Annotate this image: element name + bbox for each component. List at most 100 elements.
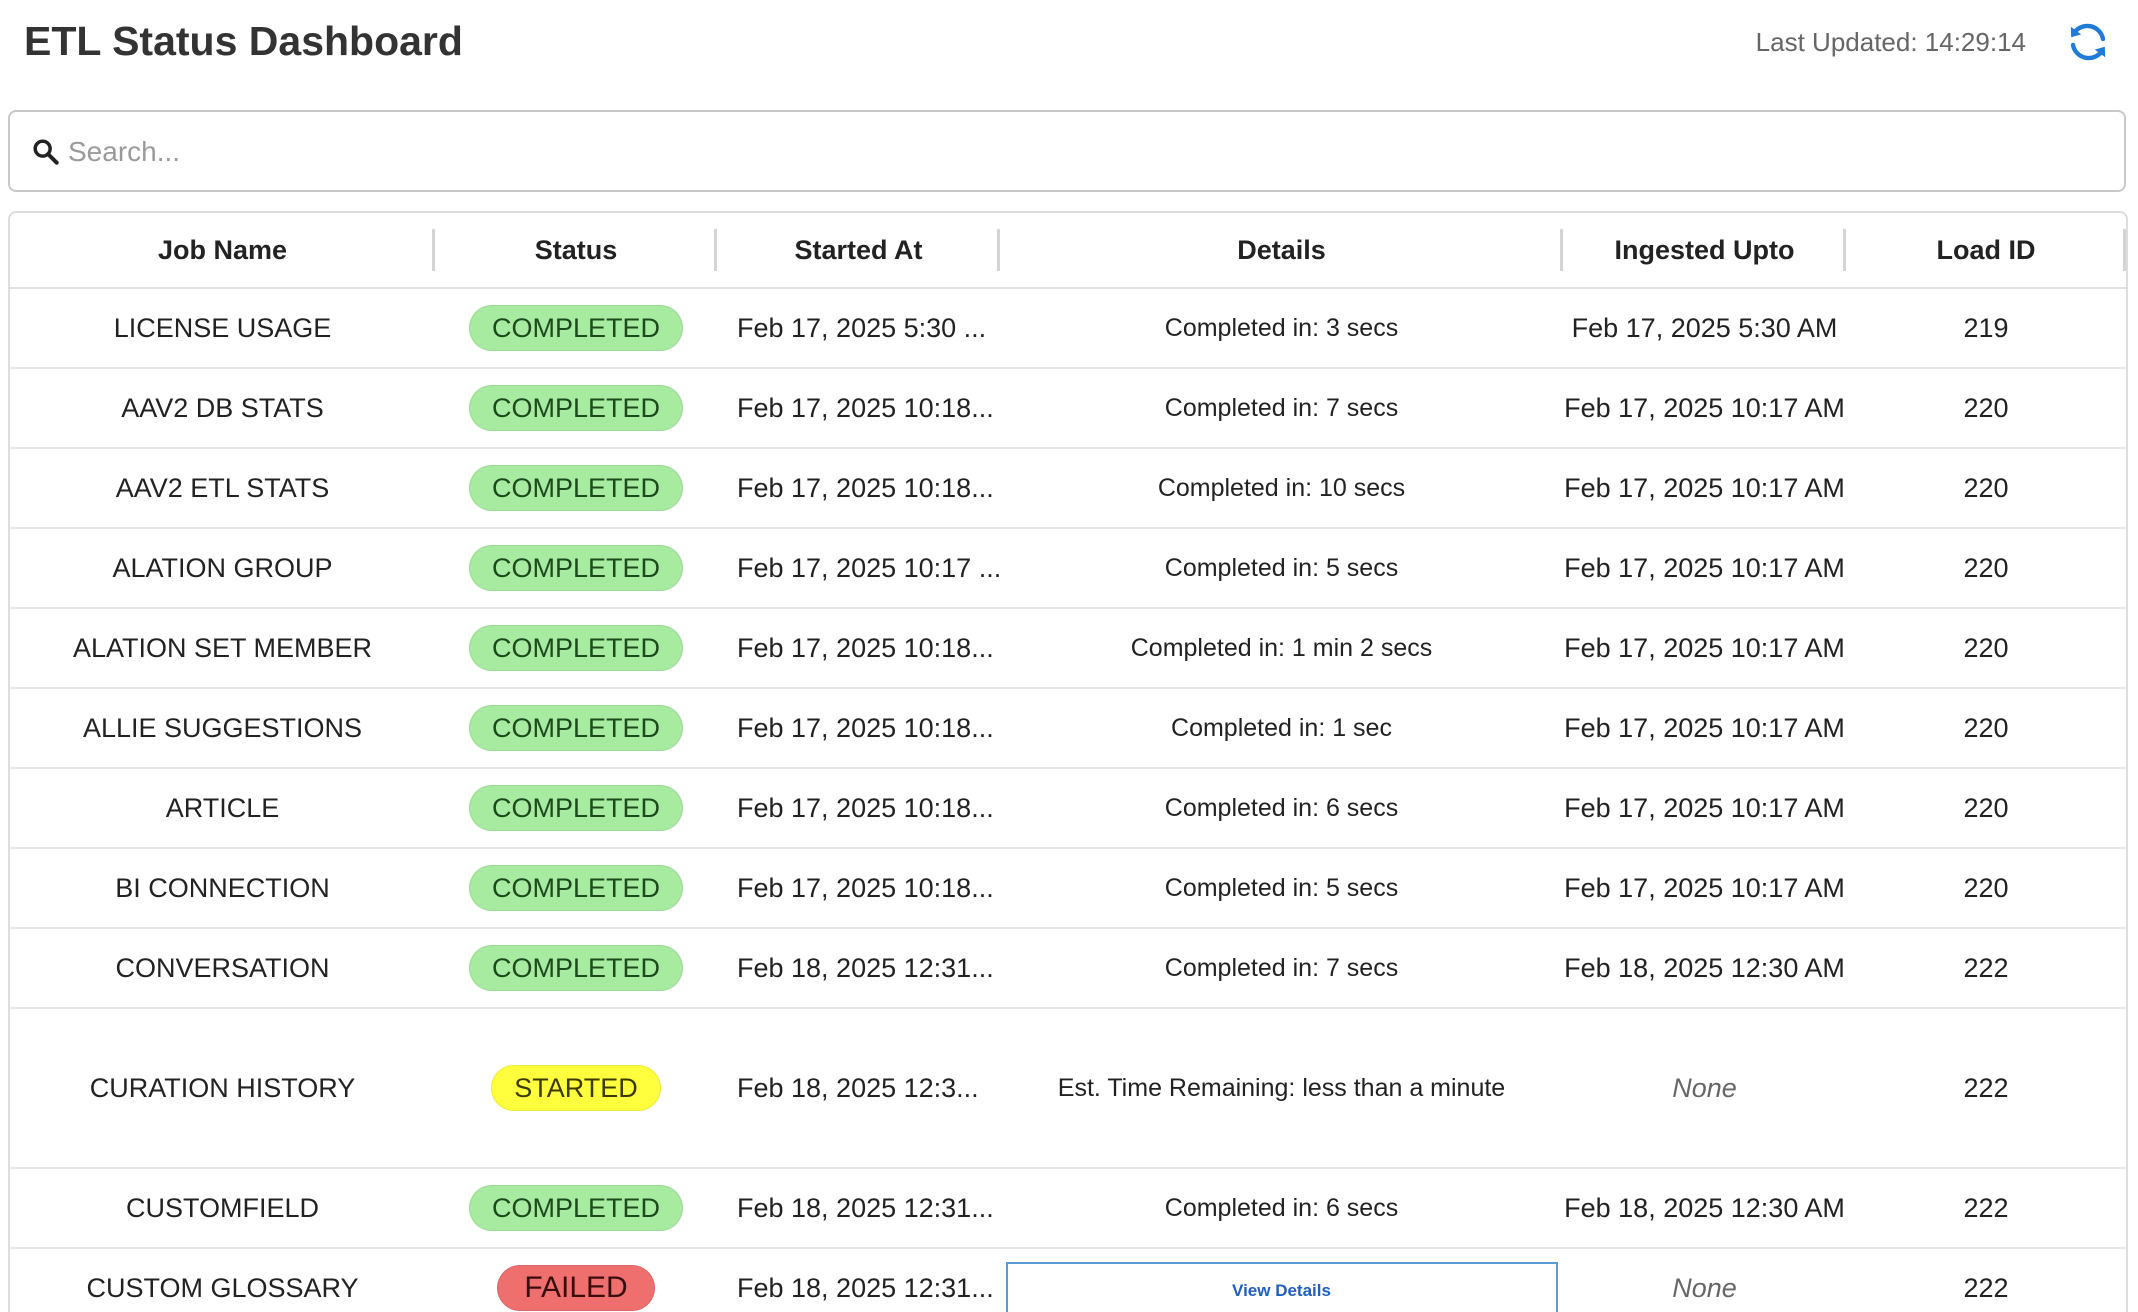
ingested-upto-cell: Feb 17, 2025 10:17 AM (1563, 368, 1846, 449)
started-at-cell: Feb 17, 2025 10:18... (717, 688, 1000, 769)
search-box (8, 110, 2126, 192)
ingested-upto-cell: Feb 17, 2025 5:30 AM (1563, 288, 1846, 369)
load-id-cell: 222 (1846, 928, 2126, 1009)
job-name-cell: CUSTOMFIELD (10, 1168, 435, 1249)
job-name-cell: CURATION HISTORY (10, 1008, 435, 1169)
details-cell: Completed in: 7 secs (1000, 928, 1563, 1009)
table-row[interactable]: ALATION SET MEMBER COMPLETED Feb 17, 202… (10, 608, 2126, 689)
load-id-cell: 220 (1846, 448, 2126, 529)
started-at-cell: Feb 18, 2025 12:3... (717, 1008, 1000, 1169)
status-cell: COMPLETED (435, 688, 717, 769)
load-id-cell: 220 (1846, 688, 2126, 769)
status-cell: COMPLETED (435, 768, 717, 849)
details-cell: Completed in: 5 secs (1000, 528, 1563, 609)
table-row[interactable]: ALATION GROUP COMPLETED Feb 17, 2025 10:… (10, 528, 2126, 609)
job-name-cell: AAV2 ETL STATS (10, 448, 435, 529)
table-row[interactable]: AAV2 DB STATS COMPLETED Feb 17, 2025 10:… (10, 368, 2126, 449)
status-cell: COMPLETED (435, 848, 717, 929)
view-details-button[interactable]: View Details (1005, 1262, 1558, 1312)
load-id-cell: 220 (1846, 768, 2126, 849)
ingested-upto-cell: None (1563, 1008, 1846, 1169)
table-row[interactable]: LICENSE USAGE COMPLETED Feb 17, 2025 5:3… (10, 288, 2126, 369)
column-header-status[interactable]: Status (435, 213, 717, 289)
search-input[interactable] (66, 124, 2110, 180)
status-badge: STARTED (491, 1065, 661, 1111)
details-cell: Completed in: 5 secs (1000, 848, 1563, 929)
status-cell: COMPLETED (435, 288, 717, 369)
job-name-cell: LICENSE USAGE (10, 288, 435, 369)
status-cell: COMPLETED (435, 368, 717, 449)
table-row[interactable]: AAV2 ETL STATS COMPLETED Feb 17, 2025 10… (10, 448, 2126, 529)
started-at-cell: Feb 17, 2025 10:18... (717, 368, 1000, 449)
started-at-cell: Feb 17, 2025 10:18... (717, 848, 1000, 929)
load-id-cell: 220 (1846, 368, 2126, 449)
started-at-cell: Feb 17, 2025 10:18... (717, 768, 1000, 849)
status-cell: FAILED (435, 1248, 717, 1312)
ingested-upto-cell: Feb 18, 2025 12:30 AM (1563, 928, 1846, 1009)
started-at-cell: Feb 17, 2025 5:30 ... (717, 288, 1000, 369)
column-header-details[interactable]: Details (1000, 213, 1563, 289)
status-badge: COMPLETED (468, 385, 684, 431)
etl-jobs-table: Job Name Status Started At Details Inges… (8, 211, 2128, 1312)
status-badge: COMPLETED (468, 465, 684, 511)
ingested-upto-cell: Feb 17, 2025 10:17 AM (1563, 448, 1846, 529)
started-at-cell: Feb 17, 2025 10:17 ... (717, 528, 1000, 609)
status-cell: COMPLETED (435, 448, 717, 529)
details-cell: Completed in: 6 secs (1000, 768, 1563, 849)
details-cell: Completed in: 1 sec (1000, 688, 1563, 769)
job-name-cell: BI CONNECTION (10, 848, 435, 929)
ingested-upto-cell: Feb 17, 2025 10:17 AM (1563, 848, 1846, 929)
started-at-cell: Feb 17, 2025 10:18... (717, 448, 1000, 529)
status-badge: COMPLETED (468, 865, 684, 911)
load-id-cell: 222 (1846, 1168, 2126, 1249)
job-name-cell: CUSTOM GLOSSARY (10, 1248, 435, 1312)
details-cell: Completed in: 7 secs (1000, 368, 1563, 449)
table-row[interactable]: ARTICLE COMPLETED Feb 17, 2025 10:18... … (10, 768, 2126, 849)
job-name-cell: AAV2 DB STATS (10, 368, 435, 449)
load-id-cell: 220 (1846, 608, 2126, 689)
status-badge: COMPLETED (468, 305, 684, 351)
details-cell: View Details (1000, 1248, 1563, 1312)
column-header-ingested-upto[interactable]: Ingested Upto (1563, 213, 1846, 289)
job-name-cell: CONVERSATION (10, 928, 435, 1009)
table-row[interactable]: CUSTOMFIELD COMPLETED Feb 18, 2025 12:31… (10, 1168, 2126, 1249)
last-updated-text: Last Updated: 14:29:14 (1755, 27, 2026, 57)
status-cell: COMPLETED (435, 1168, 717, 1249)
ingested-upto-cell: None (1563, 1248, 1846, 1312)
ingested-upto-cell: Feb 17, 2025 10:17 AM (1563, 608, 1846, 689)
table-row[interactable]: CURATION HISTORY STARTED Feb 18, 2025 12… (10, 1008, 2126, 1169)
column-resize-handle[interactable] (2123, 229, 2126, 271)
started-at-cell: Feb 17, 2025 10:18... (717, 608, 1000, 689)
status-badge: COMPLETED (468, 625, 684, 671)
table-row[interactable]: CUSTOM GLOSSARY FAILED Feb 18, 2025 12:3… (10, 1248, 2126, 1312)
table-row[interactable]: ALLIE SUGGESTIONS COMPLETED Feb 17, 2025… (10, 688, 2126, 769)
header: ETL Status Dashboard Last Updated: 14:29… (0, 0, 2138, 100)
status-badge: COMPLETED (468, 945, 684, 991)
refresh-icon[interactable] (2064, 18, 2112, 66)
details-cell: Completed in: 10 secs (1000, 448, 1563, 529)
job-name-cell: ALATION SET MEMBER (10, 608, 435, 689)
ingested-upto-cell: Feb 17, 2025 10:17 AM (1563, 768, 1846, 849)
details-cell: Completed in: 1 min 2 secs (1000, 608, 1563, 689)
ingested-upto-cell: Feb 18, 2025 12:30 AM (1563, 1168, 1846, 1249)
page-title: ETL Status Dashboard (24, 18, 463, 64)
status-cell: COMPLETED (435, 608, 717, 689)
status-badge: FAILED (497, 1265, 655, 1311)
status-badge: COMPLETED (468, 545, 684, 591)
ingested-upto-cell: Feb 17, 2025 10:17 AM (1563, 688, 1846, 769)
started-at-cell: Feb 18, 2025 12:31... (717, 1248, 1000, 1312)
status-cell: COMPLETED (435, 528, 717, 609)
load-id-cell: 222 (1846, 1248, 2126, 1312)
column-header-load-id[interactable]: Load ID (1846, 213, 2126, 289)
status-cell: STARTED (435, 1008, 717, 1169)
table-row[interactable]: BI CONNECTION COMPLETED Feb 17, 2025 10:… (10, 848, 2126, 929)
status-badge: COMPLETED (468, 785, 684, 831)
table-row[interactable]: CONVERSATION COMPLETED Feb 18, 2025 12:3… (10, 928, 2126, 1009)
column-header-job-name[interactable]: Job Name (10, 213, 435, 289)
load-id-cell: 220 (1846, 528, 2126, 609)
load-id-cell: 219 (1846, 288, 2126, 369)
table-header-row: Job Name Status Started At Details Inges… (10, 213, 2126, 289)
details-cell: Completed in: 3 secs (1000, 288, 1563, 369)
ingested-upto-cell: Feb 17, 2025 10:17 AM (1563, 528, 1846, 609)
column-header-started-at[interactable]: Started At (717, 213, 1000, 289)
